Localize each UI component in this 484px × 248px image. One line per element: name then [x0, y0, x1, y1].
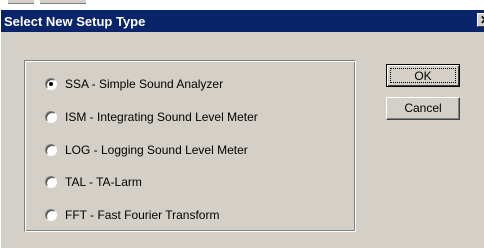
- dialog-title: Select New Setup Type: [4, 13, 146, 29]
- cancel-button[interactable]: Cancel: [386, 97, 460, 120]
- option-label: TAL - TA-Larm: [65, 175, 142, 189]
- cancel-button-label: Cancel: [404, 101, 442, 115]
- setup-type-dialog: Select New Setup Type ✕ SSA - Simple Sou…: [0, 10, 484, 248]
- setup-type-group: SSA - Simple Sound Analyzer ISM - Integr…: [24, 60, 356, 232]
- radio-button[interactable]: [45, 144, 57, 156]
- option-label: FFT - Fast Fourier Transform: [65, 208, 220, 222]
- background-fragment: [8, 0, 34, 4]
- radio-button-checked[interactable]: [45, 78, 57, 90]
- option-label: SSA - Simple Sound Analyzer: [65, 77, 224, 91]
- radio-button[interactable]: [45, 209, 57, 221]
- background-window-edge: [0, 0, 484, 10]
- option-ssa[interactable]: SSA - Simple Sound Analyzer: [45, 76, 223, 92]
- title-bar[interactable]: Select New Setup Type ✕: [1, 10, 484, 32]
- ok-button-label: OK: [390, 68, 456, 83]
- option-label: LOG - Logging Sound Level Meter: [65, 143, 248, 157]
- option-ism[interactable]: ISM - Integrating Sound Level Meter: [45, 109, 258, 125]
- option-log[interactable]: LOG - Logging Sound Level Meter: [45, 142, 248, 158]
- option-label: ISM - Integrating Sound Level Meter: [65, 110, 258, 124]
- radio-button[interactable]: [45, 111, 57, 123]
- radio-button[interactable]: [45, 176, 57, 188]
- option-fft[interactable]: FFT - Fast Fourier Transform: [45, 207, 219, 223]
- option-tal[interactable]: TAL - TA-Larm: [45, 174, 142, 190]
- close-button[interactable]: ✕: [477, 13, 484, 27]
- ok-button[interactable]: OK: [386, 64, 460, 87]
- close-icon: ✕: [480, 13, 484, 27]
- background-fragment: [40, 0, 86, 4]
